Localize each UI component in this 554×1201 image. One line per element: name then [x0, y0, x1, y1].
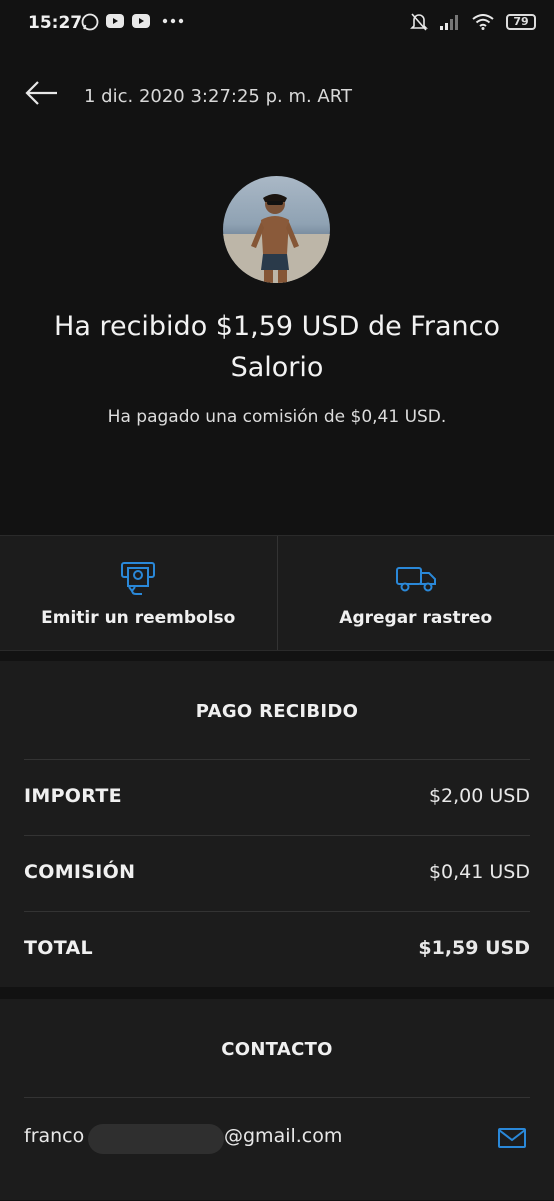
email-icon[interactable]	[498, 1128, 526, 1148]
avatar	[223, 176, 330, 283]
contact-section: CONTACTO franco @gmail.com	[0, 999, 554, 1200]
transaction-headline: Ha recibido $1,59 USD de Franco Salorio	[40, 306, 514, 388]
battery-level: 79	[513, 15, 528, 28]
total-row: TOTAL $1,59 USD	[24, 911, 530, 987]
whatsapp-icon	[80, 12, 100, 32]
action-bar: Emitir un reembolso Agregar rastreo	[0, 535, 554, 651]
redaction-mask	[88, 1124, 224, 1154]
email-start: franco	[24, 1125, 84, 1147]
amount-label: IMPORTE	[24, 785, 122, 807]
avatar-photo	[223, 176, 330, 283]
header: 1 dic. 2020 3:27:25 p. m. ART	[0, 60, 554, 130]
fee-label: COMISIÓN	[24, 861, 135, 883]
mute-icon	[410, 12, 428, 32]
contact-section-title: CONTACTO	[0, 1039, 554, 1060]
back-arrow-icon[interactable]	[24, 78, 60, 108]
email-end: @gmail.com	[224, 1125, 342, 1147]
transaction-timestamp: 1 dic. 2020 3:27:25 p. m. ART	[84, 86, 352, 107]
amount-row: IMPORTE $2,00 USD	[24, 759, 530, 835]
payment-section: PAGO RECIBIDO IMPORTE $2,00 USD COMISIÓN…	[0, 661, 554, 987]
refund-button[interactable]: Emitir un reembolso	[0, 536, 277, 650]
fee-note: Ha pagado una comisión de $0,41 USD.	[40, 407, 514, 427]
amount-value: $2,00 USD	[429, 785, 530, 807]
youtube-icon	[106, 14, 124, 28]
total-value: $1,59 USD	[418, 937, 530, 959]
add-tracking-button[interactable]: Agregar rastreo	[277, 536, 554, 650]
status-bar: 15:27 79	[0, 0, 554, 48]
fee-row: COMISIÓN $0,41 USD	[24, 835, 530, 911]
status-time: 15:27	[28, 13, 82, 33]
total-label: TOTAL	[24, 937, 93, 959]
more-icon	[162, 18, 184, 24]
payment-section-title: PAGO RECIBIDO	[0, 701, 554, 722]
refund-label: Emitir un reembolso	[0, 608, 277, 628]
battery-icon: 79	[506, 14, 536, 30]
truck-icon	[395, 564, 437, 594]
refund-icon	[118, 560, 158, 596]
youtube-icon	[132, 14, 150, 28]
add-tracking-label: Agregar rastreo	[278, 608, 554, 628]
signal-icon	[440, 14, 460, 30]
fee-value: $0,41 USD	[429, 861, 530, 883]
wifi-icon	[472, 14, 494, 30]
